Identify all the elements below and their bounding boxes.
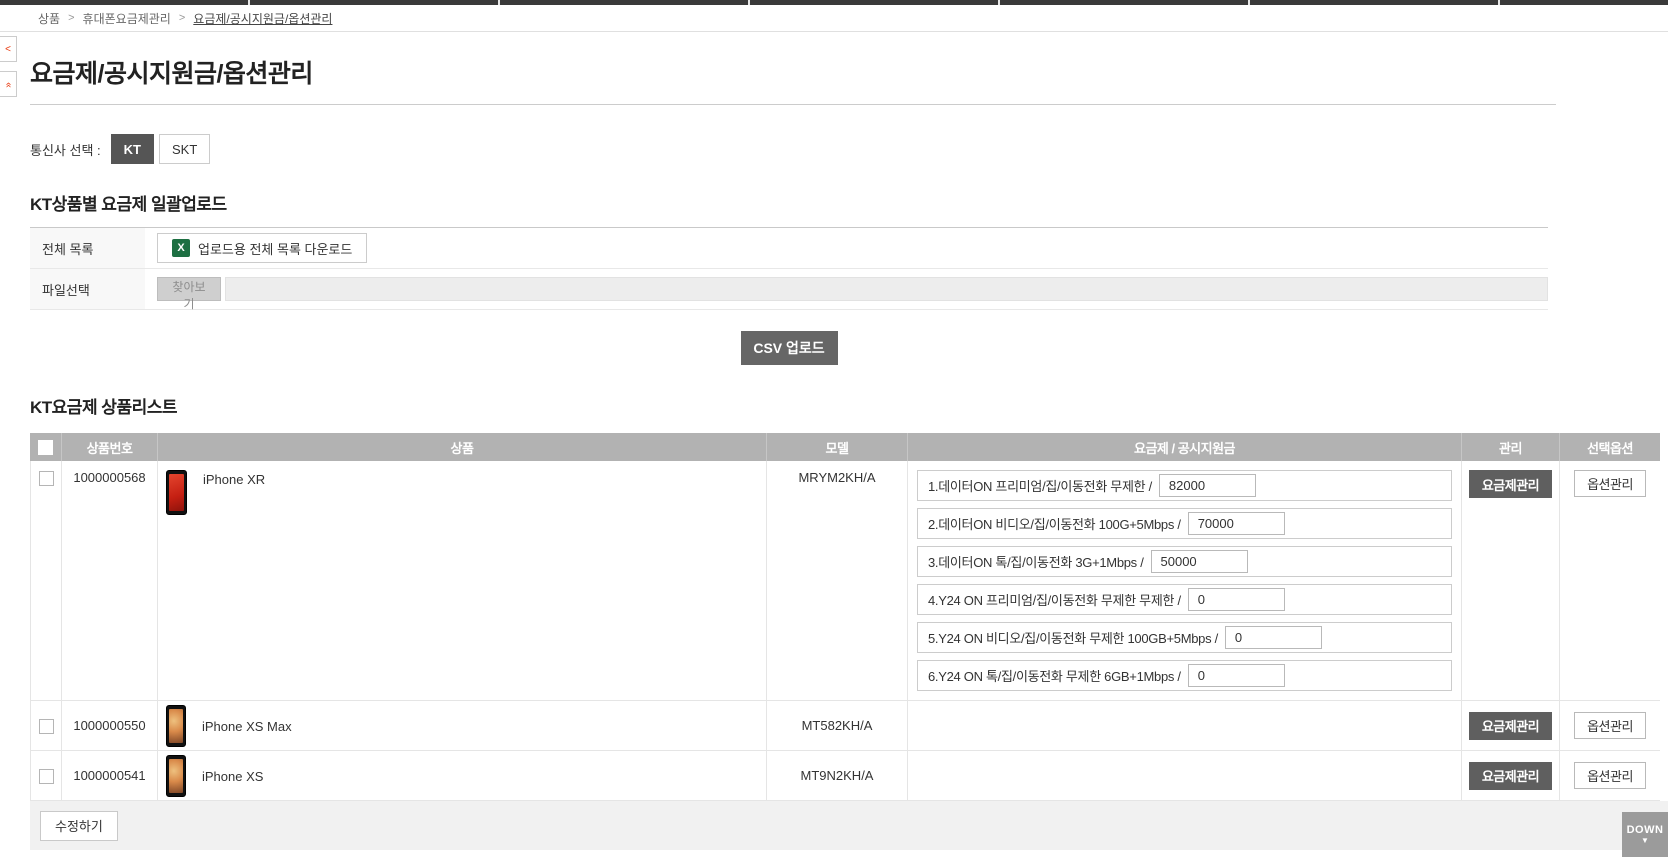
scroll-down-label: DOWN bbox=[1627, 824, 1664, 836]
caret-down-icon: ▼ bbox=[1641, 836, 1649, 845]
carrier-button-skt[interactable]: SKT bbox=[159, 134, 210, 164]
chevron-left-icon: < bbox=[5, 44, 11, 55]
plan-subsidy-input[interactable] bbox=[1188, 664, 1285, 687]
carrier-select-row: 통신사 선택 : KT SKT bbox=[30, 134, 1668, 164]
product-table: 상품번호 상품 모델 요금제 / 공시지원금 관리 선택옵션 100000056… bbox=[30, 433, 1660, 801]
plan-row-1: 1.데이터ON 프리미엄/집/이동전화 무제한 / bbox=[917, 470, 1452, 501]
page-title: 요금제/공시지원금/옵션관리 bbox=[30, 54, 1668, 90]
breadcrumb-item-products[interactable]: 상품 bbox=[38, 10, 60, 27]
breadcrumb-item-phone-plan-mgmt[interactable]: 휴대폰요금제관리 bbox=[83, 10, 171, 27]
model-cell: MT9N2KH/A bbox=[767, 751, 908, 801]
carrier-select-label: 통신사 선택 : bbox=[30, 140, 101, 159]
product-no-cell: 1000000550 bbox=[62, 701, 158, 751]
product-no-cell: 1000000568 bbox=[62, 461, 158, 701]
product-name: iPhone XR bbox=[203, 470, 265, 487]
plan-subsidy-input[interactable] bbox=[1225, 626, 1322, 649]
plan-subsidy-input[interactable] bbox=[1159, 474, 1256, 497]
plan-row-5: 5.Y24 ON 비디오/집/이동전화 무제한 100GB+5Mbps / bbox=[917, 622, 1452, 653]
double-chevron-up-icon: « bbox=[3, 82, 14, 87]
carrier-button-kt[interactable]: KT bbox=[111, 134, 154, 164]
file-path-input[interactable] bbox=[225, 277, 1548, 301]
modify-button[interactable]: 수정하기 bbox=[40, 811, 118, 841]
bottom-action-bar: 수정하기 bbox=[30, 801, 1668, 850]
plans-cell-empty bbox=[908, 751, 1462, 801]
product-image-iphone-xs-max bbox=[166, 705, 186, 747]
download-full-list-label: 업로드용 전체 목록 다운로드 bbox=[198, 239, 352, 258]
plan-label: 2.데이터ON 비디오/집/이동전화 100G+5Mbps / bbox=[928, 514, 1181, 533]
column-header-option: 선택옵션 bbox=[1560, 433, 1660, 461]
plans-cell-empty bbox=[908, 701, 1462, 751]
upload-form: 전체 목록 X 업로드용 전체 목록 다운로드 파일선택 찾아보기 bbox=[30, 227, 1548, 310]
row-checkbox[interactable] bbox=[39, 769, 54, 784]
table-row-iphone-xs-max: 1000000550 iPhone XS Max MT582KH/A 요금제관리… bbox=[30, 701, 1660, 751]
upload-row-full-list: 전체 목록 X 업로드용 전체 목록 다운로드 bbox=[30, 228, 1548, 269]
column-header-product: 상품 bbox=[158, 433, 767, 461]
product-image-iphone-xr bbox=[166, 470, 187, 515]
product-name: iPhone XS Max bbox=[202, 717, 292, 734]
browse-button[interactable]: 찾아보기 bbox=[157, 277, 221, 301]
breadcrumb: 상품 > 휴대폰요금제관리 > 요금제/공시지원금/옵션관리 bbox=[0, 5, 1668, 32]
plan-label: 4.Y24 ON 프리미엄/집/이동전화 무제한 무제한 / bbox=[928, 590, 1181, 609]
column-header-plan: 요금제 / 공시지원금 bbox=[908, 433, 1462, 461]
manage-plan-button[interactable]: 요금제관리 bbox=[1469, 712, 1552, 740]
side-panel-toggles: < « bbox=[0, 36, 17, 106]
model-cell: MRYM2KH/A bbox=[767, 461, 908, 701]
column-header-manage: 관리 bbox=[1462, 433, 1560, 461]
plan-row-2: 2.데이터ON 비디오/집/이동전화 100G+5Mbps / bbox=[917, 508, 1452, 539]
full-list-label: 전체 목록 bbox=[30, 228, 145, 268]
table-row-iphone-xs: 1000000541 iPhone XS MT9N2KH/A 요금제관리 옵션관… bbox=[30, 751, 1660, 801]
product-name: iPhone XS bbox=[202, 767, 263, 784]
plan-label: 3.데이터ON 톡/집/이동전화 3G+1Mbps / bbox=[928, 552, 1144, 571]
excel-icon: X bbox=[172, 239, 190, 257]
plan-label: 6.Y24 ON 톡/집/이동전화 무제한 6GB+1Mbps / bbox=[928, 666, 1181, 685]
plan-row-3: 3.데이터ON 톡/집/이동전화 3G+1Mbps / bbox=[917, 546, 1452, 577]
select-all-checkbox[interactable] bbox=[38, 440, 53, 455]
manage-plan-button[interactable]: 요금제관리 bbox=[1469, 762, 1552, 790]
row-checkbox[interactable] bbox=[39, 471, 54, 486]
table-row-iphone-xr: 1000000568 iPhone XR MRYM2KH/A 1.데이터ON 프… bbox=[30, 461, 1660, 701]
row-checkbox[interactable] bbox=[39, 719, 54, 734]
plan-subsidy-input[interactable] bbox=[1151, 550, 1248, 573]
product-list-heading: KT요금제 상품리스트 bbox=[30, 393, 1668, 418]
breadcrumb-separator: > bbox=[68, 12, 74, 24]
plan-label: 1.데이터ON 프리미엄/집/이동전화 무제한 / bbox=[928, 476, 1152, 495]
table-header-row: 상품번호 상품 모델 요금제 / 공시지원금 관리 선택옵션 bbox=[30, 433, 1660, 461]
manage-option-button[interactable]: 옵션관리 bbox=[1574, 470, 1646, 497]
title-divider bbox=[30, 104, 1556, 105]
collapse-up-button[interactable]: « bbox=[0, 71, 17, 97]
download-full-list-button[interactable]: X 업로드용 전체 목록 다운로드 bbox=[157, 233, 367, 263]
breadcrumb-item-current[interactable]: 요금제/공시지원금/옵션관리 bbox=[193, 10, 332, 27]
product-image-iphone-xs bbox=[166, 755, 186, 797]
plan-row-6: 6.Y24 ON 톡/집/이동전화 무제한 6GB+1Mbps / bbox=[917, 660, 1452, 691]
upload-row-file-select: 파일선택 찾아보기 bbox=[30, 269, 1548, 310]
plan-row-4: 4.Y24 ON 프리미엄/집/이동전화 무제한 무제한 / bbox=[917, 584, 1452, 615]
plan-label: 5.Y24 ON 비디오/집/이동전화 무제한 100GB+5Mbps / bbox=[928, 628, 1218, 647]
column-header-model: 모델 bbox=[767, 433, 908, 461]
breadcrumb-separator: > bbox=[179, 12, 185, 24]
plan-subsidy-input[interactable] bbox=[1188, 512, 1285, 535]
manage-plan-button[interactable]: 요금제관리 bbox=[1469, 470, 1552, 498]
plan-subsidy-input[interactable] bbox=[1188, 588, 1285, 611]
scroll-down-button[interactable]: DOWN ▼ bbox=[1622, 812, 1668, 857]
column-header-product-no: 상품번호 bbox=[62, 433, 158, 461]
model-cell: MT582KH/A bbox=[767, 701, 908, 751]
manage-option-button[interactable]: 옵션관리 bbox=[1574, 762, 1646, 789]
file-select-label: 파일선택 bbox=[30, 269, 145, 309]
collapse-left-button[interactable]: < bbox=[0, 36, 17, 62]
manage-option-button[interactable]: 옵션관리 bbox=[1574, 712, 1646, 739]
csv-upload-button[interactable]: CSV 업로드 bbox=[741, 331, 838, 365]
product-no-cell: 1000000541 bbox=[62, 751, 158, 801]
upload-section-heading: KT상품별 요금제 일괄업로드 bbox=[30, 190, 1668, 215]
